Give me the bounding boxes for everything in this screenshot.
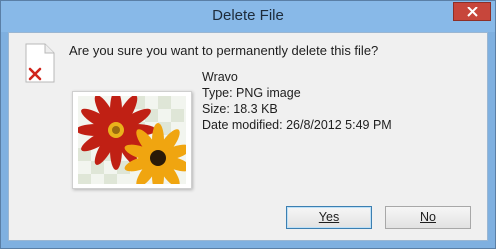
file-date-modified: Date modified: 26/8/2012 5:49 PM bbox=[202, 118, 392, 132]
close-button[interactable] bbox=[453, 2, 491, 21]
close-icon bbox=[467, 7, 478, 17]
file-thumbnail bbox=[72, 91, 192, 189]
yes-button-label: Yes bbox=[318, 210, 340, 224]
window-title: Delete File bbox=[212, 7, 284, 24]
dialog-body: Are you sure you want to permanently del… bbox=[8, 32, 488, 241]
no-button[interactable]: No bbox=[385, 206, 471, 229]
image-thumbnail bbox=[78, 96, 186, 184]
title-bar[interactable]: Delete File bbox=[1, 1, 495, 32]
yes-button[interactable]: Yes bbox=[286, 206, 372, 229]
file-size: Size: 18.3 KB bbox=[202, 102, 278, 116]
no-button-label: No bbox=[420, 210, 436, 224]
confirm-question: Are you sure you want to permanently del… bbox=[69, 43, 379, 58]
file-details: Wravo Type: PNG image Size: 18.3 KB Date… bbox=[202, 69, 392, 133]
file-type: Type: PNG image bbox=[202, 86, 301, 100]
file-name: Wravo bbox=[202, 70, 238, 84]
delete-file-dialog: Delete File Are you sure you want to per… bbox=[0, 0, 496, 249]
delete-file-icon bbox=[25, 43, 55, 83]
